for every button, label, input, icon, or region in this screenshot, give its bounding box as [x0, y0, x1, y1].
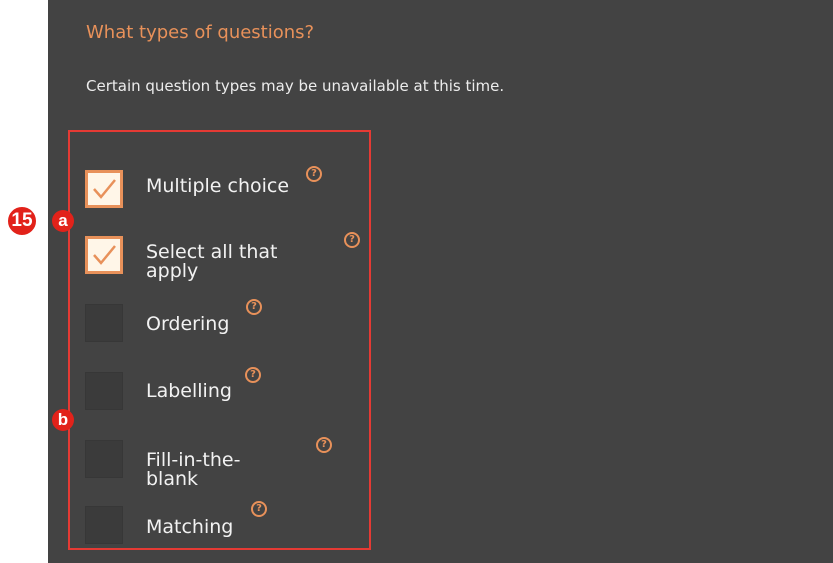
labelling-checkbox[interactable] — [85, 372, 123, 410]
fill-in-the-blank-label: Fill-in-the-blank — [146, 449, 241, 490]
ordering-checkbox[interactable] — [85, 304, 123, 342]
matching-checkbox[interactable] — [85, 506, 123, 544]
help-icon[interactable]: ? — [306, 166, 322, 182]
annotation-a-badge: a — [52, 210, 74, 232]
help-icon[interactable]: ? — [246, 299, 262, 315]
multiple-choice-label: Multiple choice — [146, 175, 290, 197]
help-icon[interactable]: ? — [245, 367, 261, 383]
help-icon[interactable]: ? — [251, 501, 267, 517]
matching-label: Matching — [146, 516, 234, 538]
checkmark-icon — [93, 245, 116, 265]
section-heading: What types of questions? — [86, 22, 315, 43]
help-icon[interactable]: ? — [316, 437, 332, 453]
annotation-b-badge: b — [52, 409, 74, 431]
multiple-choice-checkbox[interactable] — [85, 170, 123, 208]
ordering-label: Ordering — [146, 313, 230, 335]
checkmark-icon — [93, 179, 116, 199]
select-all-checkbox[interactable] — [85, 236, 123, 274]
step-number-badge: 15 — [6, 205, 38, 237]
question-types-panel: What types of questions? Certain questio… — [48, 0, 833, 563]
select-all-label: Select all that apply — [146, 241, 278, 282]
labelling-label: Labelling — [146, 380, 232, 402]
help-icon[interactable]: ? — [344, 232, 360, 248]
question-type-options: Multiple choice ? Select all that apply … — [68, 130, 371, 550]
fill-in-the-blank-checkbox[interactable] — [85, 440, 123, 478]
availability-note: Certain question types may be unavailabl… — [86, 77, 505, 95]
